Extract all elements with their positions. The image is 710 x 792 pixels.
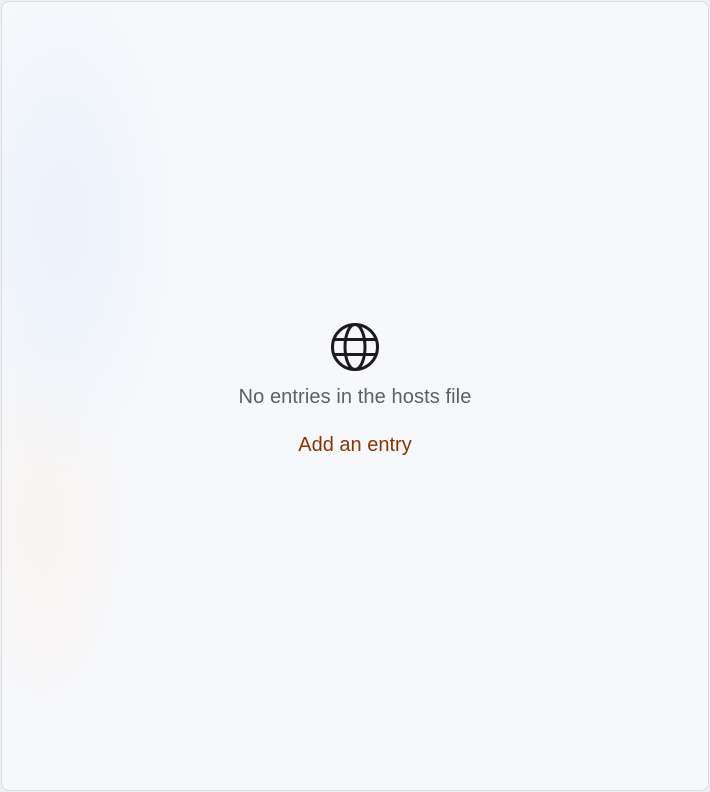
globe-icon bbox=[330, 322, 380, 372]
empty-message: No entries in the hosts file bbox=[238, 386, 472, 408]
hosts-file-editor-window: No entries in the hosts file Add an entr… bbox=[1, 1, 709, 791]
add-entry-button[interactable]: Add an entry bbox=[294, 432, 415, 458]
empty-state: No entries in the hosts file Add an entr… bbox=[2, 322, 708, 458]
